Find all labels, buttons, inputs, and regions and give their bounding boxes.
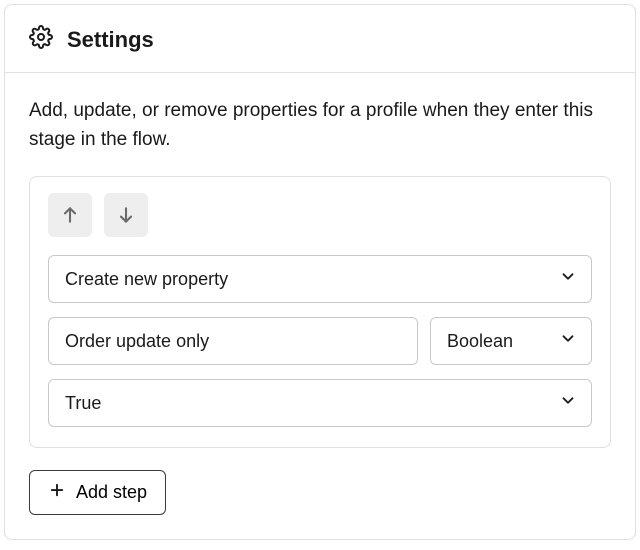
move-up-button[interactable] [48, 193, 92, 237]
panel-header: Settings [5, 5, 635, 73]
chevron-down-icon [559, 392, 577, 415]
chevron-down-icon [559, 268, 577, 291]
panel-description: Add, update, or remove properties for a … [29, 97, 611, 154]
step-card: Create new property Order update only Bo… [29, 176, 611, 448]
property-type-select[interactable]: Boolean [430, 317, 592, 365]
plus-icon [48, 481, 66, 504]
action-select-value: Create new property [65, 269, 228, 290]
property-type-value: Boolean [447, 331, 513, 352]
move-down-button[interactable] [104, 193, 148, 237]
value-select[interactable]: True [48, 379, 592, 427]
property-name-value: Order update only [65, 331, 209, 352]
action-select[interactable]: Create new property [48, 255, 592, 303]
panel-body: Add, update, or remove properties for a … [5, 73, 635, 539]
add-step-button[interactable]: Add step [29, 470, 166, 515]
add-step-label: Add step [76, 482, 147, 503]
value-select-value: True [65, 393, 101, 414]
property-name-select[interactable]: Order update only [48, 317, 418, 365]
settings-panel: Settings Add, update, or remove properti… [4, 4, 636, 540]
gear-icon [29, 25, 53, 54]
chevron-down-icon [559, 330, 577, 353]
panel-title: Settings [67, 27, 154, 53]
reorder-row [48, 193, 592, 237]
